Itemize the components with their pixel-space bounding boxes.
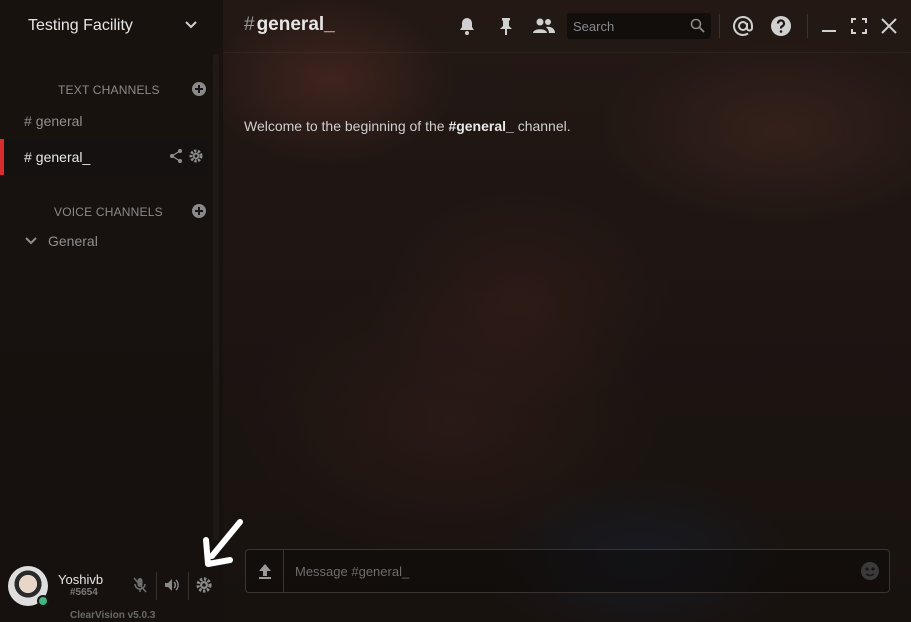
pin-icon[interactable] bbox=[496, 16, 516, 36]
channel-item-general_[interactable]: # general_ bbox=[0, 139, 208, 175]
voice-channel-general[interactable]: General bbox=[24, 233, 98, 249]
speaker-icon[interactable] bbox=[163, 576, 181, 594]
bell-icon[interactable] bbox=[457, 16, 477, 36]
channel-label: general_ bbox=[35, 149, 91, 165]
channel-title-text: general_ bbox=[256, 14, 335, 35]
upload-button[interactable] bbox=[246, 550, 284, 592]
welcome-prefix: Welcome to the beginning of the bbox=[244, 118, 449, 134]
hash-icon: # bbox=[24, 149, 32, 165]
gear-icon[interactable] bbox=[188, 148, 204, 164]
voice-channels-category[interactable]: VOICE CHANNELS bbox=[0, 202, 223, 222]
channel-header: # general_ Search bbox=[223, 0, 911, 52]
divider bbox=[807, 14, 808, 38]
welcome-channel: #general_ bbox=[448, 118, 514, 134]
arrow-icon bbox=[203, 519, 243, 567]
divider bbox=[156, 572, 157, 600]
chevron-down-icon bbox=[25, 237, 37, 245]
minimize-icon[interactable] bbox=[819, 16, 839, 36]
channel-label: general bbox=[35, 113, 83, 129]
close-icon[interactable] bbox=[879, 16, 899, 36]
welcome-suffix: channel. bbox=[513, 118, 571, 134]
hash-icon: # bbox=[24, 113, 32, 129]
upload-icon bbox=[258, 564, 271, 579]
add-channel-icon[interactable] bbox=[191, 203, 207, 219]
add-channel-icon[interactable] bbox=[191, 81, 207, 97]
channel-title: # general_ bbox=[244, 14, 335, 36]
sidebar-scrollbar[interactable] bbox=[213, 54, 219, 540]
category-label: VOICE CHANNELS bbox=[54, 205, 163, 219]
username: Yoshivb bbox=[58, 572, 104, 587]
divider bbox=[223, 52, 911, 53]
message-composer bbox=[245, 549, 890, 593]
maximize-icon[interactable] bbox=[849, 16, 869, 36]
help-icon[interactable] bbox=[770, 15, 792, 37]
channel-welcome-message: Welcome to the beginning of the #general… bbox=[244, 118, 571, 134]
mention-icon[interactable] bbox=[732, 15, 754, 37]
channel-item-general[interactable]: # general bbox=[0, 103, 208, 139]
user-discriminator: #5654 bbox=[70, 587, 98, 598]
chevron-down-icon[interactable] bbox=[183, 17, 199, 33]
members-icon[interactable] bbox=[532, 16, 556, 36]
category-label: TEXT CHANNELS bbox=[58, 83, 160, 97]
user-panel: Yoshivb #5654 bbox=[8, 566, 218, 607]
server-name: Testing Facility bbox=[28, 17, 133, 34]
voice-channel-label: General bbox=[48, 233, 98, 249]
search-placeholder: Search bbox=[573, 18, 615, 34]
gear-icon[interactable] bbox=[195, 576, 213, 594]
hash-icon: # bbox=[244, 14, 255, 35]
message-input[interactable] bbox=[285, 550, 845, 592]
channel-sidebar: Testing Facility TEXT CHANNELS # general… bbox=[0, 0, 223, 622]
divider bbox=[188, 572, 189, 600]
mic-icon[interactable] bbox=[131, 576, 149, 594]
share-icon[interactable] bbox=[168, 148, 184, 164]
server-header[interactable]: Testing Facility bbox=[0, 0, 223, 52]
online-status-indicator bbox=[37, 595, 49, 607]
emoji-icon[interactable] bbox=[859, 560, 881, 582]
search-icon[interactable] bbox=[690, 18, 705, 33]
search-input[interactable]: Search bbox=[567, 13, 711, 39]
client-version: ClearVision v5.0.3 bbox=[70, 610, 156, 621]
text-channels-category[interactable]: TEXT CHANNELS bbox=[0, 80, 223, 100]
divider bbox=[719, 14, 720, 38]
